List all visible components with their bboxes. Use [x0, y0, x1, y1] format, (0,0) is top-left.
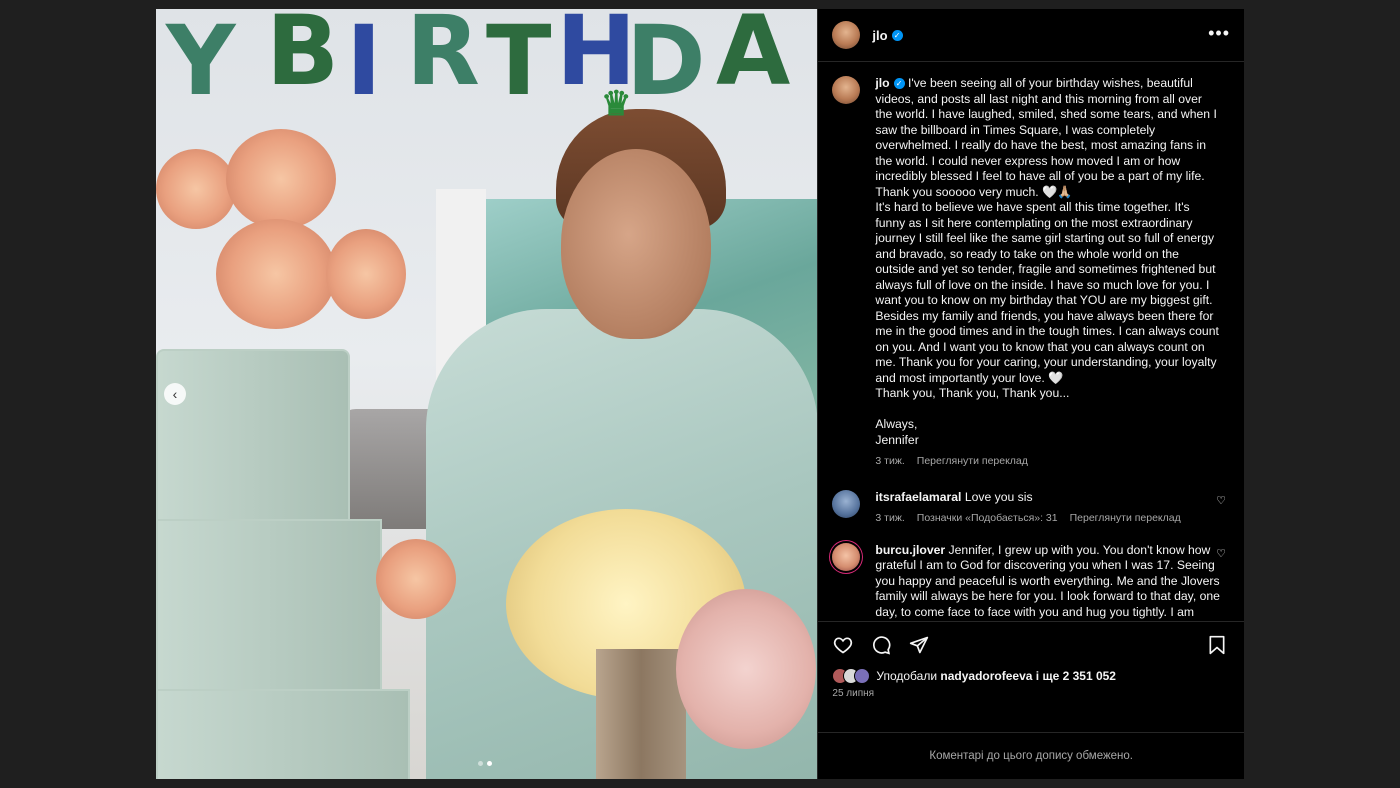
- comments-list: jlo ✓ I've been seeing all of your birthd…: [818, 62, 1244, 621]
- avatar[interactable]: [832, 542, 861, 571]
- cake-tier-middle: [156, 519, 382, 693]
- heart-icon[interactable]: [832, 634, 854, 656]
- avatar[interactable]: [832, 76, 861, 104]
- cake-tier-bottom: [156, 689, 410, 779]
- caption-time[interactable]: 3 тиж.: [875, 454, 904, 470]
- chevron-left-icon[interactable]: ‹: [164, 383, 186, 405]
- post-date[interactable]: 25 липня: [832, 688, 1230, 699]
- avatar[interactable]: [832, 489, 861, 518]
- likes-text[interactable]: Уподобали nadyadorofeeva і ще 2 351 052: [876, 669, 1116, 683]
- bookmark-icon[interactable]: [1206, 634, 1228, 656]
- carousel-dots: [478, 761, 492, 766]
- photo-cake: [156, 349, 416, 779]
- comment-username[interactable]: burcu.jlover: [875, 543, 945, 557]
- avatar[interactable]: [832, 21, 861, 49]
- photo-birthday-tiara: ♛: [601, 85, 632, 123]
- heart-icon[interactable]: ♡: [1216, 494, 1226, 507]
- translate-link[interactable]: Переглянути переклад: [917, 454, 1028, 470]
- verified-icon: ✓: [891, 29, 903, 41]
- more-icon[interactable]: •••: [1208, 23, 1230, 44]
- likes-prefix: Уподобали: [876, 669, 938, 683]
- comment-icon[interactable]: [870, 634, 892, 656]
- header-username[interactable]: jlo: [872, 28, 887, 43]
- translate-link[interactable]: Переглянути переклад: [1070, 511, 1181, 527]
- balloon-letter: B: [266, 9, 340, 107]
- caption: jlo ✓ I've been seeing all of your birthd…: [832, 62, 1230, 470]
- photo-pink-roses: [676, 589, 816, 749]
- likes-count[interactable]: і ще 2 351 052: [1036, 669, 1116, 683]
- comment-text: Love you sis: [964, 489, 1033, 504]
- liker-avatars: [832, 668, 871, 684]
- share-icon[interactable]: [908, 634, 930, 656]
- balloon-letter: Y: [166, 9, 236, 117]
- list-item: burcu.jlover Jennifer, I grew up with yo…: [832, 527, 1230, 621]
- carousel-dot[interactable]: [478, 761, 483, 766]
- caption-text: I've been seeing all of your birthday wi…: [875, 76, 1219, 447]
- post-side-panel: jlo ✓ ••• jlo ✓ I've been seeing all of y…: [817, 9, 1244, 779]
- comment-likes[interactable]: Позначки «Подобається»: 31: [917, 511, 1058, 527]
- photo-vase: [596, 649, 686, 779]
- avatar: [854, 668, 871, 684]
- heart-icon[interactable]: ♡: [1216, 547, 1226, 560]
- balloon-letter: I: [346, 9, 382, 117]
- post-header: jlo ✓ •••: [818, 9, 1244, 62]
- comment-time[interactable]: 3 тиж.: [875, 511, 904, 527]
- photo-person-face: [561, 149, 711, 339]
- likes-summary[interactable]: Уподобали nadyadorofeeva і ще 2 351 052: [832, 668, 1230, 684]
- post-modal: YBIRTHDA ♛ ‹ jlo ✓ ••• jlo ✓ I've been s…: [156, 9, 1244, 779]
- post-actions: Уподобали nadyadorofeeva і ще 2 351 052 …: [818, 621, 1244, 732]
- comment-username[interactable]: itsrafaelamaral: [875, 490, 961, 504]
- comments-limited-notice: Коментарі до цього допису обмежено.: [818, 732, 1244, 779]
- balloon-letter: R: [406, 9, 480, 107]
- photo-roses: [156, 119, 456, 619]
- balloon-letter: A: [716, 9, 791, 107]
- post-media: YBIRTHDA ♛ ‹: [156, 9, 818, 779]
- balloon-letter: D: [626, 9, 706, 117]
- balloon-letter: T: [486, 9, 552, 117]
- list-item: itsrafaelamaral Love you sis 3 тиж. Позн…: [832, 470, 1230, 527]
- caption-username[interactable]: jlo: [875, 76, 889, 90]
- likes-user[interactable]: nadyadorofeeva: [940, 669, 1032, 683]
- carousel-dot[interactable]: [487, 761, 492, 766]
- verified-icon: ✓: [893, 78, 905, 89]
